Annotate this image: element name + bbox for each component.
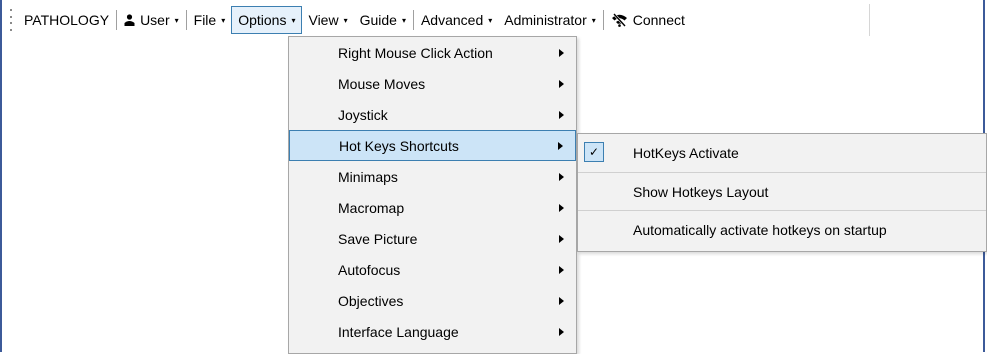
hotkeys-submenu: ✓ HotKeys Activate Show Hotkeys Layout A… <box>577 133 987 252</box>
menu-separator <box>116 10 118 30</box>
submenu-arrow-icon <box>559 296 564 305</box>
menu-options-label: Options <box>238 12 287 28</box>
menu-item-mouse-moves[interactable]: Mouse Moves <box>289 68 576 99</box>
menu-user-label: User <box>140 12 170 28</box>
wifi-off-icon <box>611 13 628 27</box>
menu-item-hot-keys-shortcuts[interactable]: Hot Keys Shortcuts <box>289 130 576 161</box>
menu-guide-label: Guide <box>359 12 397 28</box>
submenu-arrow-icon <box>559 327 564 336</box>
chevron-down-icon: ▾ <box>174 15 179 25</box>
menu-item-label: Hot Keys Shortcuts <box>339 137 459 154</box>
submenu-arrow-icon <box>558 141 563 150</box>
menu-item-label: Minimaps <box>338 168 398 185</box>
submenu-arrow-icon <box>559 48 564 57</box>
submenu-arrow-icon <box>559 234 564 243</box>
menu-guide[interactable]: Guide ▾ <box>354 7 412 33</box>
menu-item-label: HotKeys Activate <box>633 145 739 161</box>
menu-item-objectives[interactable]: Objectives <box>289 285 576 316</box>
menu-administrator[interactable]: Administrator ▾ <box>498 7 601 33</box>
menu-item-label: Automatically activate hotkeys on startu… <box>633 221 887 238</box>
submenu-arrow-icon <box>559 110 564 119</box>
options-dropdown-menu: Right Mouse Click Action Mouse Moves Joy… <box>288 36 577 354</box>
menu-item-save-picture[interactable]: Save Picture <box>289 223 576 254</box>
submenu-arrow-icon <box>559 265 564 274</box>
menu-pathology-label: PATHOLOGY <box>24 12 110 28</box>
menu-item-label: Macromap <box>338 199 405 216</box>
toolbar-grip[interactable] <box>6 9 16 31</box>
menu-item-minimaps[interactable]: Minimaps <box>289 161 576 192</box>
menu-advanced-label: Advanced <box>420 12 484 28</box>
menu-item-label: Save Picture <box>338 230 418 247</box>
menu-file[interactable]: File ▾ <box>188 7 232 33</box>
menu-administrator-label: Administrator <box>504 12 587 28</box>
menu-item-label: Right Mouse Click Action <box>338 44 493 61</box>
menu-separator <box>602 10 604 30</box>
menu-connect[interactable]: Connect <box>605 7 691 33</box>
menu-item-macromap[interactable]: Macromap <box>289 192 576 223</box>
submenu-arrow-icon <box>559 79 564 88</box>
menu-item-show-hotkeys-layout[interactable]: Show Hotkeys Layout <box>578 172 986 210</box>
chevron-down-icon: ▾ <box>291 15 296 25</box>
menu-item-joystick[interactable]: Joystick <box>289 99 576 130</box>
menu-item-right-mouse-click-action[interactable]: Right Mouse Click Action <box>289 37 576 68</box>
menu-item-interface-language[interactable]: Interface Language <box>289 316 576 347</box>
menu-file-label: File <box>193 12 217 28</box>
menu-advanced[interactable]: Advanced ▾ <box>415 7 498 33</box>
user-icon <box>124 14 135 26</box>
menu-connect-label: Connect <box>632 12 685 28</box>
menu-bar: PATHOLOGY User ▾ File ▾ Options ▾ View ▾… <box>2 4 870 36</box>
menu-item-label: Mouse Moves <box>338 75 426 92</box>
chevron-down-icon: ▾ <box>221 15 226 25</box>
menu-item-label: Joystick <box>338 106 388 123</box>
checkmark-icon: ✓ <box>584 142 604 162</box>
menu-item-auto-activate-hotkeys[interactable]: Automatically activate hotkeys on startu… <box>578 210 986 248</box>
menu-item-autofocus[interactable]: Autofocus <box>289 254 576 285</box>
submenu-arrow-icon <box>559 203 564 212</box>
menu-pathology[interactable]: PATHOLOGY <box>18 7 115 33</box>
menu-separator <box>412 10 414 30</box>
menu-separator <box>185 10 187 30</box>
submenu-arrow-icon <box>559 172 564 181</box>
menu-item-label: Show Hotkeys Layout <box>633 183 769 200</box>
menu-user[interactable]: User ▾ <box>118 7 185 33</box>
menu-item-label: Autofocus <box>338 261 401 278</box>
chevron-down-icon: ▾ <box>343 15 348 25</box>
menu-item-hotkeys-activate[interactable]: ✓ HotKeys Activate <box>578 134 986 172</box>
menu-options[interactable]: Options ▾ <box>231 6 303 34</box>
menu-item-label: Objectives <box>338 292 404 309</box>
menu-item-label: Interface Language <box>338 323 459 340</box>
chevron-down-icon: ▾ <box>488 15 493 25</box>
chevron-down-icon: ▾ <box>591 15 596 25</box>
chevron-down-icon: ▾ <box>401 15 406 25</box>
menu-view[interactable]: View ▾ <box>302 7 353 33</box>
menu-view-label: View <box>308 12 339 28</box>
